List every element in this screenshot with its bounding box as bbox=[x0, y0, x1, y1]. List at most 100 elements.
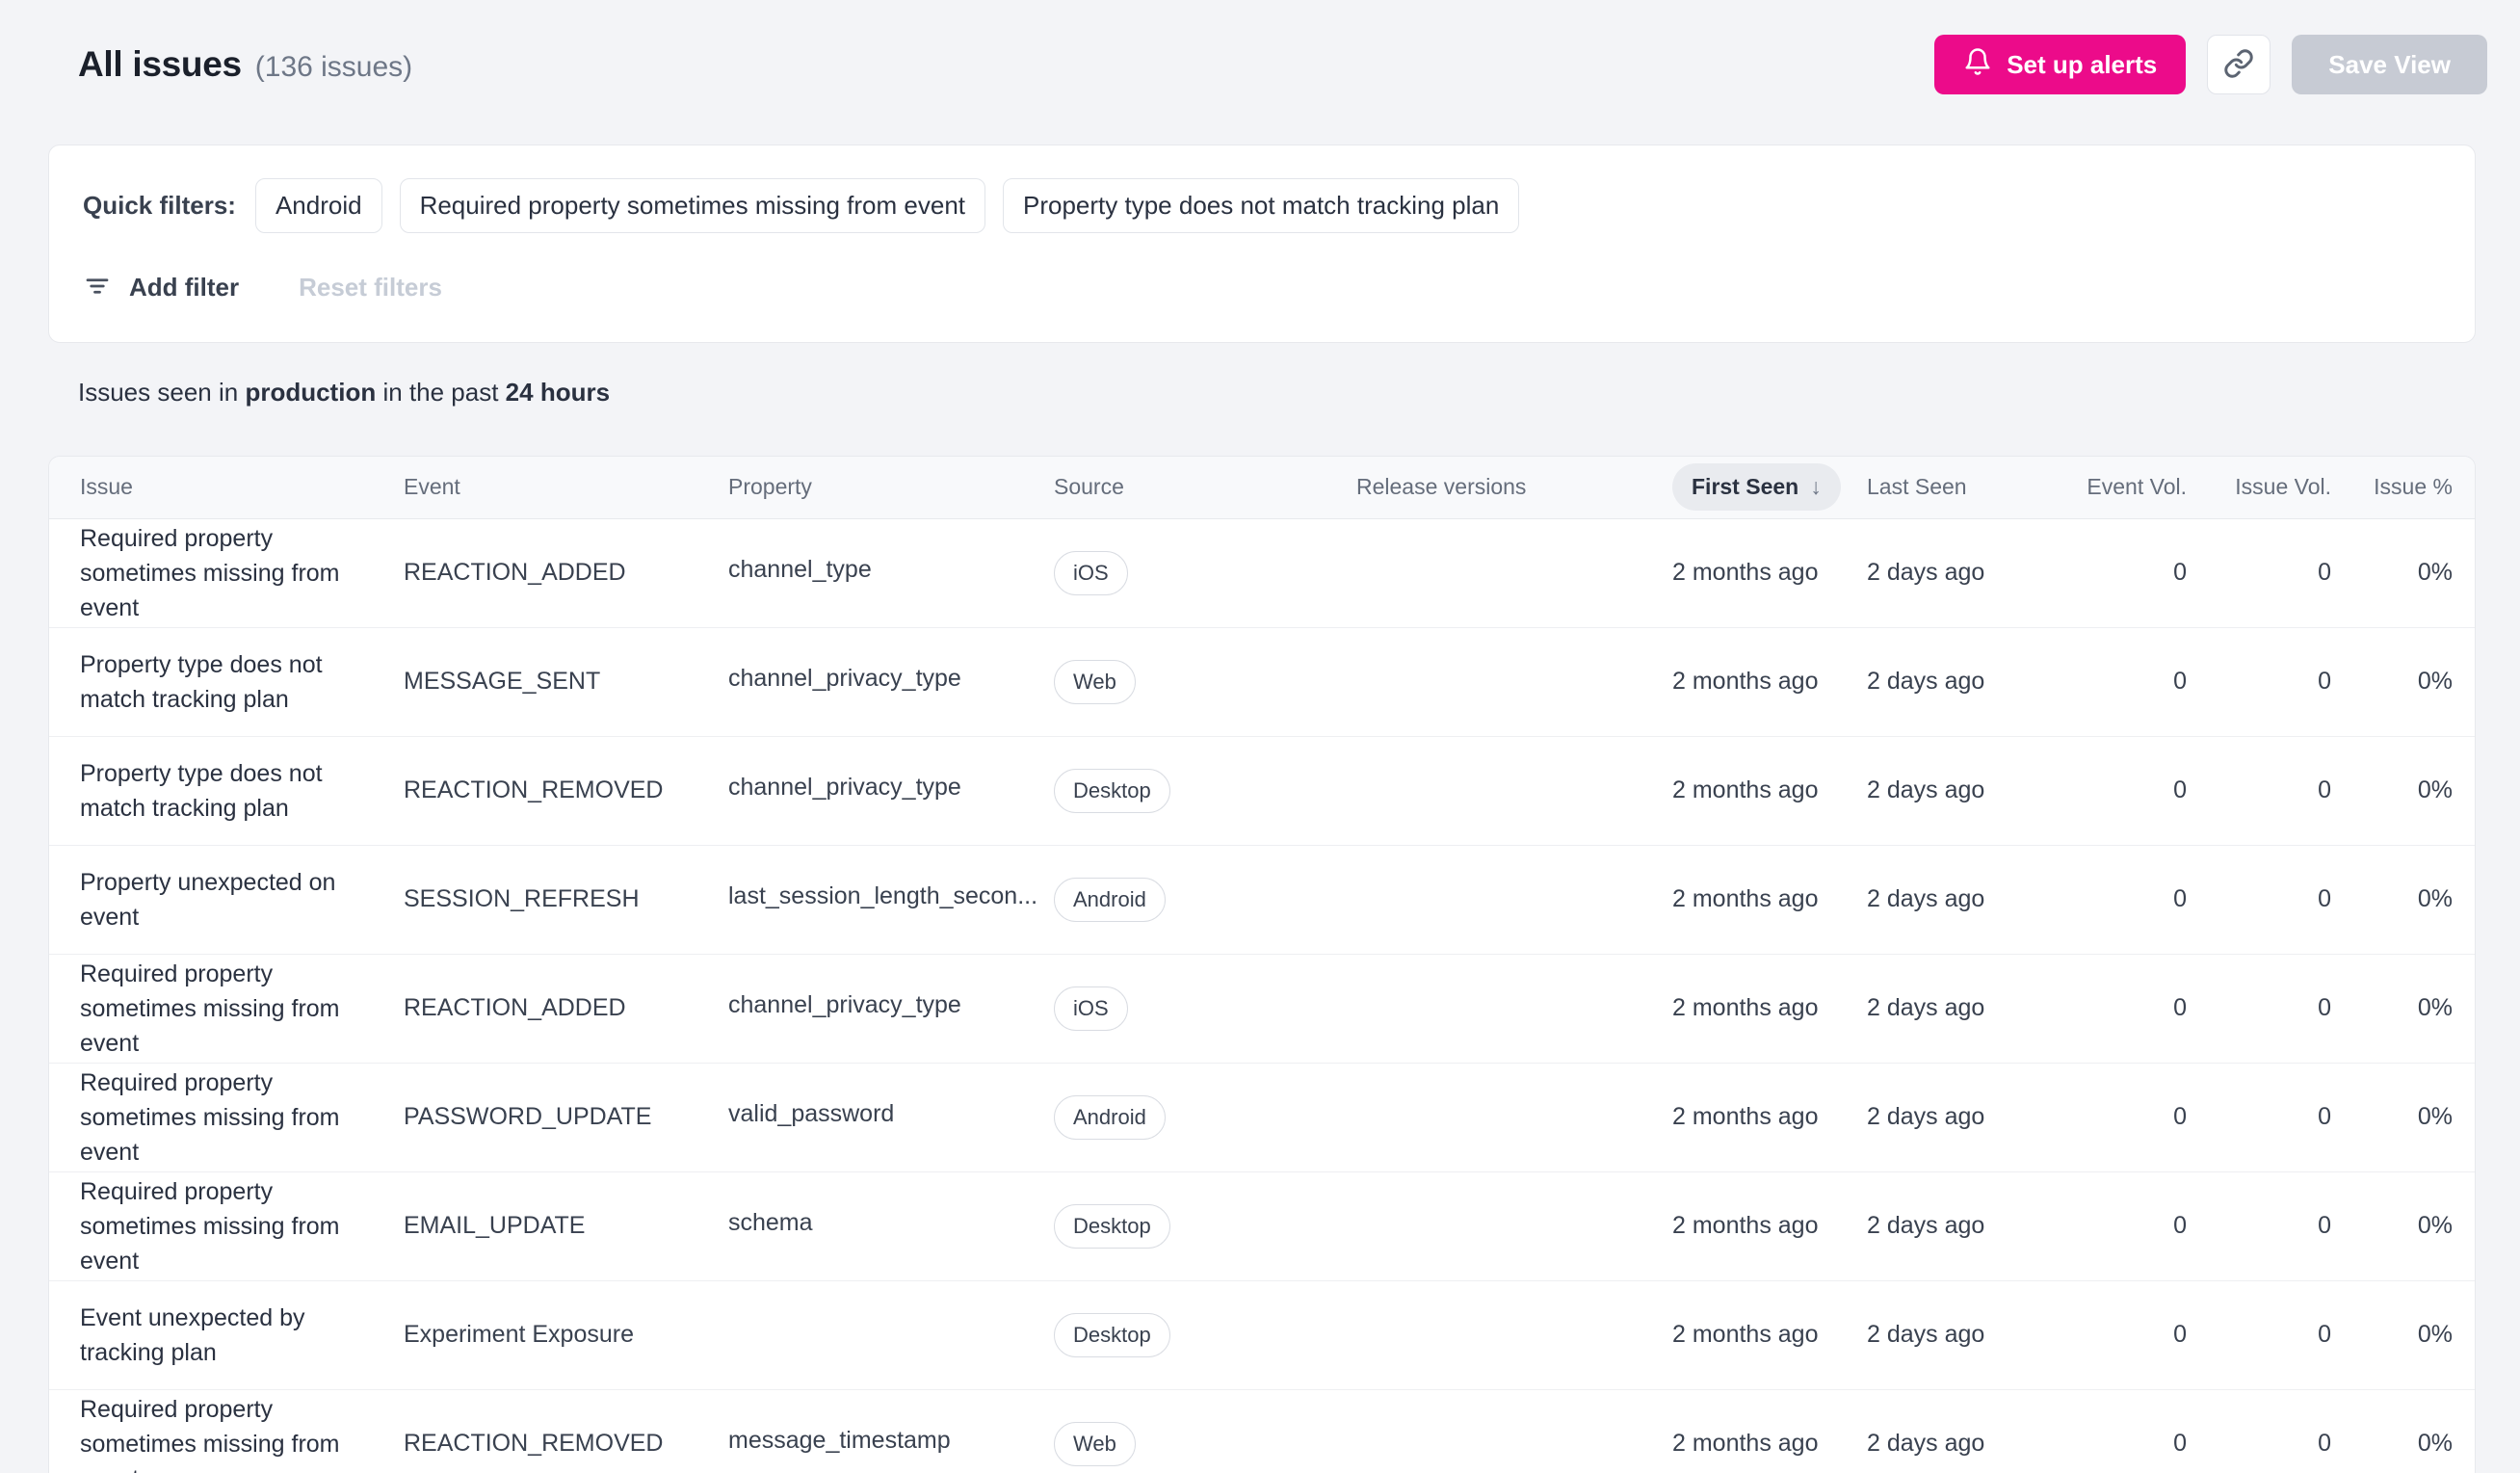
column-header-source[interactable]: Source bbox=[1054, 457, 1356, 519]
event-vol-value: 0 bbox=[2173, 994, 2187, 1021]
add-filter-button[interactable]: Add filter bbox=[83, 272, 239, 303]
table-row[interactable]: Required property sometimes missing from… bbox=[49, 1171, 2475, 1281]
issue-vol-cell: 0 bbox=[2187, 1280, 2331, 1390]
column-header-first-seen[interactable]: First Seen ↓ bbox=[1672, 457, 1842, 519]
event-vol-cell: 0 bbox=[2013, 1280, 2187, 1390]
table-row[interactable]: Required property sometimes missing from… bbox=[49, 1389, 2475, 1473]
property-cell: valid_password bbox=[728, 1063, 1054, 1172]
property-label: channel_type bbox=[728, 555, 872, 583]
table-row[interactable]: Required property sometimes missing from… bbox=[49, 954, 2475, 1064]
event-label: MESSAGE_SENT bbox=[404, 668, 601, 695]
quick-filter-chip[interactable]: Android bbox=[254, 178, 382, 233]
first-seen-value: 2 months ago bbox=[1672, 1321, 1819, 1348]
release-versions-cell bbox=[1356, 845, 1672, 955]
last-seen-cell: 2 days ago bbox=[1842, 845, 2013, 955]
release-versions-cell bbox=[1356, 954, 1672, 1064]
event-vol-cell: 0 bbox=[2013, 845, 2187, 955]
event-vol-value: 0 bbox=[2173, 1103, 2187, 1130]
issue-cell: Required property sometimes missing from… bbox=[49, 1389, 404, 1473]
first-seen-cell: 2 months ago bbox=[1672, 1280, 1842, 1390]
column-header-issue-vol[interactable]: Issue Vol. bbox=[2187, 457, 2331, 519]
issue-pct-cell: 0% bbox=[2331, 954, 2475, 1064]
set-up-alerts-button[interactable]: Set up alerts bbox=[1934, 35, 2187, 94]
event-vol-value: 0 bbox=[2173, 776, 2187, 803]
release-versions-cell bbox=[1356, 736, 1672, 846]
event-cell: MESSAGE_SENT bbox=[404, 627, 728, 737]
issue-pct-value: 0% bbox=[2417, 994, 2453, 1021]
issue-cell: Required property sometimes missing from… bbox=[49, 1171, 404, 1281]
issue-label: Property type does not match tracking pl… bbox=[80, 650, 323, 713]
issue-vol-cell: 0 bbox=[2187, 954, 2331, 1064]
page-title-group: All issues (136 issues) bbox=[48, 44, 412, 85]
quick-filter-chip[interactable]: Required property sometimes missing from… bbox=[399, 178, 986, 233]
source-cell: iOS bbox=[1054, 954, 1356, 1064]
table-row[interactable]: Required property sometimes missing from… bbox=[49, 1063, 2475, 1172]
issue-pct-value: 0% bbox=[2417, 885, 2453, 912]
release-versions-cell bbox=[1356, 1280, 1672, 1390]
page-title: All issues bbox=[78, 44, 242, 84]
table-row[interactable]: Event unexpected by tracking plan Experi… bbox=[49, 1280, 2475, 1390]
summary-middle: in the past bbox=[382, 378, 499, 407]
source-badge: iOS bbox=[1054, 986, 1128, 1031]
table-row[interactable]: Required property sometimes missing from… bbox=[49, 518, 2475, 628]
property-cell: schema bbox=[728, 1171, 1054, 1281]
quick-filter-chips: Android Required property sometimes missi… bbox=[254, 178, 1520, 233]
issue-pct-cell: 0% bbox=[2331, 736, 2475, 846]
source-cell: Android bbox=[1054, 1063, 1356, 1172]
save-view-button[interactable]: Save View bbox=[2292, 35, 2487, 94]
issue-pct-value: 0% bbox=[2417, 1103, 2453, 1130]
source-badge: Web bbox=[1054, 1421, 1136, 1466]
issue-pct-value: 0% bbox=[2417, 1321, 2453, 1348]
event-vol-cell: 0 bbox=[2013, 954, 2187, 1064]
issue-pct-value: 0% bbox=[2417, 668, 2453, 695]
issue-label: Event unexpected by tracking plan bbox=[80, 1303, 305, 1366]
source-badge: Desktop bbox=[1054, 1203, 1170, 1249]
issue-label: Required property sometimes missing from… bbox=[80, 1395, 340, 1473]
reset-filters-button[interactable]: Reset filters bbox=[299, 273, 442, 302]
last-seen-value: 2 days ago bbox=[1867, 885, 1985, 912]
event-label: EMAIL_UPDATE bbox=[404, 1212, 586, 1239]
event-label: Experiment Exposure bbox=[404, 1321, 635, 1348]
event-vol-cell: 0 bbox=[2013, 736, 2187, 846]
issue-pct-cell: 0% bbox=[2331, 627, 2475, 737]
source-cell: Android bbox=[1054, 845, 1356, 955]
issue-pct-value: 0% bbox=[2417, 1212, 2453, 1239]
last-seen-value: 2 days ago bbox=[1867, 668, 1985, 695]
issue-vol-value: 0 bbox=[2318, 994, 2331, 1021]
issue-pct-cell: 0% bbox=[2331, 518, 2475, 628]
column-header-last-seen[interactable]: Last Seen bbox=[1842, 457, 2013, 519]
column-header-issue-pct[interactable]: Issue % bbox=[2331, 457, 2475, 519]
event-vol-cell: 0 bbox=[2013, 627, 2187, 737]
column-header-event[interactable]: Event bbox=[404, 457, 728, 519]
issue-vol-cell: 0 bbox=[2187, 518, 2331, 628]
issue-cell: Property unexpected on event bbox=[49, 845, 404, 955]
column-header-release-versions[interactable]: Release versions bbox=[1356, 457, 1672, 519]
property-label: valid_password bbox=[728, 1099, 895, 1127]
issue-cell: Property type does not match tracking pl… bbox=[49, 736, 404, 846]
last-seen-value: 2 days ago bbox=[1867, 1212, 1985, 1239]
column-header-property[interactable]: Property bbox=[728, 457, 1054, 519]
last-seen-cell: 2 days ago bbox=[1842, 1171, 2013, 1281]
table-row[interactable]: Property type does not match tracking pl… bbox=[49, 736, 2475, 846]
toolbar-actions: Set up alerts Save View bbox=[1934, 35, 2487, 94]
issue-pct-cell: 0% bbox=[2331, 1171, 2475, 1281]
first-seen-cell: 2 months ago bbox=[1672, 845, 1842, 955]
source-badge: Desktop bbox=[1054, 1312, 1170, 1357]
issue-vol-cell: 0 bbox=[2187, 845, 2331, 955]
quick-filter-chip[interactable]: Property type does not match tracking pl… bbox=[1003, 178, 1520, 233]
property-cell: channel_privacy_type bbox=[728, 736, 1054, 846]
summary-range: 24 hours bbox=[505, 378, 611, 407]
table-row[interactable]: Property unexpected on event SESSION_REF… bbox=[49, 845, 2475, 955]
column-header-issue[interactable]: Issue bbox=[49, 457, 404, 519]
column-header-event-vol[interactable]: Event Vol. bbox=[2013, 457, 2187, 519]
copy-link-button[interactable] bbox=[2207, 35, 2271, 94]
source-cell: Desktop bbox=[1054, 736, 1356, 846]
issue-pct-value: 0% bbox=[2417, 1430, 2453, 1457]
table-row[interactable]: Property type does not match tracking pl… bbox=[49, 627, 2475, 737]
source-cell: Desktop bbox=[1054, 1171, 1356, 1281]
first-seen-cell: 2 months ago bbox=[1672, 518, 1842, 628]
release-versions-cell bbox=[1356, 518, 1672, 628]
issue-vol-value: 0 bbox=[2318, 1430, 2331, 1457]
event-label: REACTION_ADDED bbox=[404, 559, 626, 586]
issue-vol-cell: 0 bbox=[2187, 1063, 2331, 1172]
